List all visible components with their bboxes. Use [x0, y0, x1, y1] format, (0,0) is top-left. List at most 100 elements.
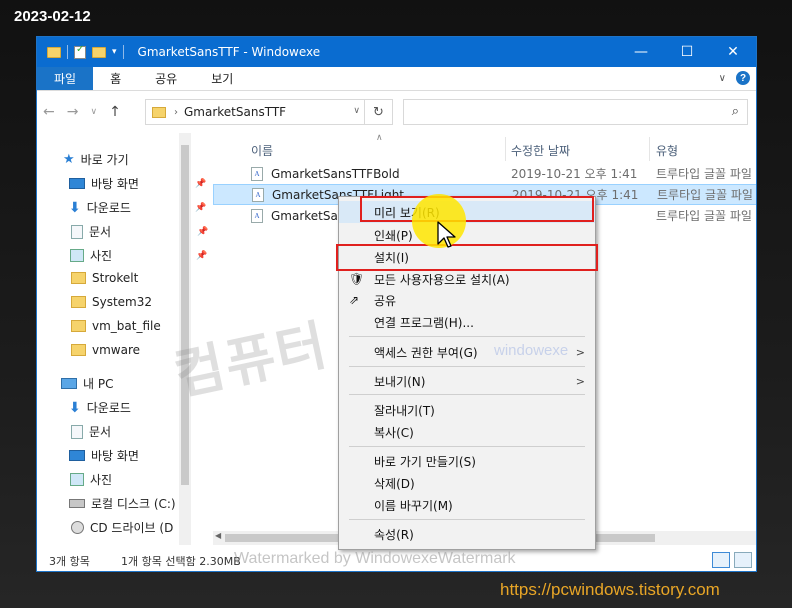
nav-item-vm-bat-file[interactable]: vm_bat_file [71, 319, 161, 333]
shield-icon: 🛡 [349, 272, 365, 286]
nav-item-vmware[interactable]: vmware [71, 343, 140, 357]
toolbar-divider [67, 45, 68, 59]
nav-label: 문서 [89, 225, 112, 239]
breadcrumb-chevron-icon[interactable]: › [174, 107, 178, 118]
menu-label: 복사(C) [374, 425, 414, 440]
menu-label: 연결 프로그램(H)... [374, 315, 474, 330]
nav-label: vm_bat_file [92, 319, 161, 333]
menu-label: 속성(R) [374, 527, 414, 542]
column-divider[interactable] [649, 137, 650, 161]
recent-chevron-icon[interactable]: ∨ [90, 107, 97, 117]
column-header-type[interactable]: 유형 [656, 139, 678, 161]
menu-item-rename[interactable]: 이름 바꾸기(M) [339, 494, 595, 516]
nav-pc-downloads[interactable]: ⬇ 다운로드 [69, 399, 131, 416]
chevron-down-icon[interactable]: ▾ [112, 47, 117, 57]
nav-this-pc[interactable]: 내 PC [61, 375, 113, 392]
menu-item-send-to[interactable]: 보내기(N) > [339, 370, 595, 392]
menu-item-copy[interactable]: 복사(C) [339, 421, 595, 443]
blog-url[interactable]: https://pcwindows.tistory.com [500, 580, 720, 600]
address-bar[interactable]: › GmarketSansTTF ∨ ↻ [145, 99, 393, 125]
column-header-name[interactable]: 이름 [251, 139, 273, 161]
menu-label: 이름 바꾸기(M) [374, 498, 453, 513]
disk-icon [69, 499, 85, 508]
menu-divider [349, 336, 585, 337]
nav-label: 다운로드 [86, 401, 131, 415]
details-view-button[interactable] [712, 552, 730, 568]
column-header-date[interactable]: 수정한 날짜 [511, 139, 570, 161]
font-file-icon: A [251, 208, 263, 223]
document-icon [71, 424, 83, 439]
address-dropdown-icon[interactable]: ∨ [353, 106, 360, 116]
refresh-button[interactable]: ↻ [364, 100, 392, 124]
nav-label: 문서 [89, 425, 112, 439]
nav-quick-access[interactable]: ★ 바로 가기 [63, 151, 129, 168]
nav-pc-documents[interactable]: 문서 [71, 423, 111, 440]
menu-item-create-shortcut[interactable]: 바로 가기 만들기(S) [339, 450, 595, 472]
minimize-button[interactable]: — [618, 37, 664, 67]
scroll-thumb[interactable] [181, 145, 189, 485]
file-name: GmarketSansTTFBold [271, 166, 400, 181]
menu-item-share[interactable]: ⇗ 공유 [339, 289, 595, 311]
document-icon [71, 224, 83, 239]
nav-item-system32[interactable]: System32 [71, 295, 152, 309]
expand-ribbon-icon[interactable]: ∨ [719, 73, 726, 84]
pin-icon[interactable]: 📌 [195, 179, 206, 189]
pin-icon[interactable]: 📌 [195, 203, 206, 213]
large-icons-view-button[interactable] [734, 552, 752, 568]
menu-label: 공유 [374, 293, 397, 308]
back-arrow-icon[interactable]: ← [43, 104, 55, 120]
tab-share[interactable]: 공유 [138, 67, 194, 90]
nav-item-downloads[interactable]: ⬇ 다운로드 📌 [69, 199, 206, 216]
properties-icon[interactable] [74, 44, 86, 59]
tab-view[interactable]: 보기 [194, 67, 250, 90]
folder-icon [71, 272, 86, 284]
breadcrumb-path[interactable]: GmarketSansTTF [184, 105, 286, 119]
quick-access-toolbar: ▾ [37, 44, 124, 59]
nav-scrollbar[interactable] [179, 133, 191, 545]
cd-icon [71, 521, 84, 534]
nav-item-documents[interactable]: 문서 📌 [71, 223, 208, 240]
tab-file[interactable]: 파일 [37, 67, 94, 90]
menu-label: 삭제(D) [374, 476, 415, 491]
nav-item-desktop[interactable]: 바탕 화면 📌 [69, 175, 206, 192]
nav-item-pictures[interactable]: 사진 📌 [70, 247, 207, 264]
forward-arrow-icon[interactable]: → [67, 104, 79, 120]
nav-pc-pictures[interactable]: 사진 [70, 471, 112, 488]
nav-pc-local-disk[interactable]: 로컬 디스크 (C:) [69, 495, 176, 512]
menu-item-cut[interactable]: 잘라내기(T) [339, 399, 595, 421]
help-icon[interactable]: ? [736, 71, 750, 85]
menu-item-open-with[interactable]: 연결 프로그램(H)... [339, 311, 595, 333]
new-folder-icon[interactable] [92, 46, 106, 58]
search-input[interactable]: ⌕ [403, 99, 748, 125]
menu-divider [349, 519, 585, 520]
menu-item-print[interactable]: 인쇄(P) [339, 224, 595, 246]
file-row[interactable]: A GmarketSansTTFBold 2019-10-21 오후 1:41 … [213, 163, 756, 184]
file-type: 트루타입 글꼴 파일 [657, 188, 753, 202]
nav-label: 바탕 화면 [91, 449, 139, 463]
close-button[interactable]: ✕ [710, 37, 756, 67]
menu-divider [349, 394, 585, 395]
selection-info: 1개 항목 선택함 2.30MB [121, 555, 241, 568]
share-icon: ⇗ [349, 293, 360, 307]
computer-icon [61, 378, 77, 389]
menu-item-delete[interactable]: 삭제(D) [339, 472, 595, 494]
tab-home[interactable]: 홈 [93, 67, 138, 90]
menu-divider [349, 366, 585, 367]
maximize-button[interactable]: ☐ [664, 37, 710, 67]
pin-icon[interactable]: 📌 [196, 251, 207, 261]
nav-label: vmware [92, 343, 141, 357]
highlight-box-preview [360, 196, 594, 222]
date-stamp: 2023-02-12 [14, 8, 91, 25]
nav-item-strokelt[interactable]: Strokelt [71, 271, 138, 285]
nav-label: CD 드라이브 (D [90, 521, 174, 535]
item-count: 3개 항목 [49, 555, 90, 568]
column-divider[interactable] [505, 137, 506, 161]
menu-label: 보내기(N) [374, 374, 426, 389]
scroll-left-icon[interactable]: ◀ [215, 531, 221, 540]
up-arrow-icon[interactable]: ↑ [109, 104, 121, 120]
pin-icon[interactable]: 📌 [197, 227, 208, 237]
nav-pc-desktop[interactable]: 바탕 화면 [69, 447, 139, 464]
menu-item-install-all-users[interactable]: 🛡 모든 사용자용으로 설치(A) [339, 268, 595, 290]
nav-pc-cd-drive[interactable]: CD 드라이브 (D [71, 519, 173, 536]
menu-item-properties[interactable]: 속성(R) [339, 523, 595, 545]
